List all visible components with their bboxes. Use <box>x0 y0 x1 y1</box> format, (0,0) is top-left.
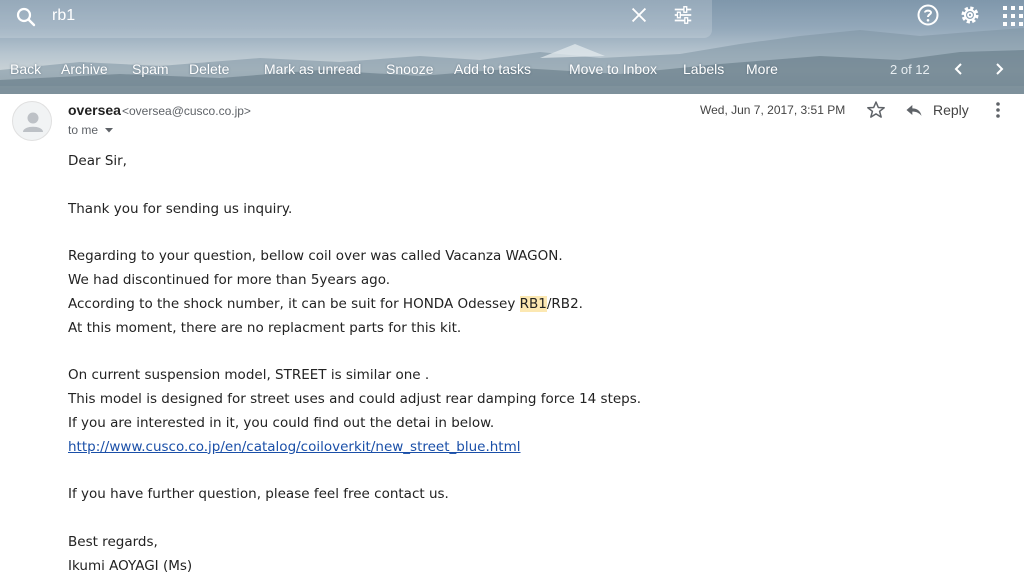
body-text: According to the shock number, it can be… <box>68 295 520 312</box>
body-line: Thank you for sending us inquiry. <box>68 200 293 217</box>
body-line: This model is designed for street uses a… <box>68 390 642 407</box>
message-body: Dear Sir, Thank you for sending us inqui… <box>68 150 968 578</box>
help-icon[interactable] <box>916 3 940 27</box>
avatar-icon <box>23 112 43 132</box>
archive-button[interactable]: Archive <box>61 61 108 77</box>
clear-icon[interactable] <box>628 4 650 26</box>
recipient-label[interactable]: to me <box>68 123 98 137</box>
chevron-right-icon[interactable] <box>990 60 1008 78</box>
body-line: At this moment, there are no replacment … <box>68 319 462 336</box>
body-line: If you are interested in it, you could f… <box>68 414 495 431</box>
message-view: oversea <oversea@cusco.co.jp> to me Wed,… <box>0 94 1024 574</box>
signature: Ikumi AOYAGI (Ms) <box>68 557 193 574</box>
chevron-left-icon[interactable] <box>950 60 968 78</box>
body-line: Regarding to your question, bellow coil … <box>68 248 563 265</box>
delete-button[interactable]: Delete <box>189 61 229 77</box>
snooze-button[interactable]: Snooze <box>386 61 433 77</box>
body-text: /RB2. <box>546 295 583 312</box>
star-icon[interactable] <box>866 100 886 120</box>
pager-count: 2 of 12 <box>890 62 930 77</box>
search-input[interactable]: rb1 <box>52 7 75 25</box>
reply-icon[interactable] <box>904 100 924 120</box>
apps-icon[interactable] <box>1002 5 1024 27</box>
body-line: If you have further question, please fee… <box>68 486 449 503</box>
body-line: On current suspension model, STREET is s… <box>68 367 430 384</box>
search-highlight: RB1 <box>519 295 547 312</box>
body-line: http://www.cusco.co.jp/en/catalog/coilov… <box>68 436 968 460</box>
header: rb1 Back Archive Spam Delete Mark as unr… <box>0 0 1024 94</box>
search-bar[interactable]: rb1 <box>0 0 712 38</box>
closing: Best regards, <box>68 533 158 550</box>
labels-button[interactable]: Labels <box>683 61 724 77</box>
back-button[interactable]: Back <box>10 61 41 77</box>
greeting: Dear Sir, <box>68 153 127 169</box>
body-line: According to the shock number, it can be… <box>68 293 968 317</box>
more-vert-icon[interactable] <box>990 100 1006 120</box>
avatar[interactable] <box>12 101 52 141</box>
reply-button[interactable]: Reply <box>933 102 969 118</box>
filter-icon[interactable] <box>672 4 694 26</box>
catalog-link[interactable]: http://www.cusco.co.jp/en/catalog/coilov… <box>68 439 521 455</box>
add-to-tasks-button[interactable]: Add to tasks <box>454 61 531 77</box>
mark-unread-button[interactable]: Mark as unread <box>264 61 361 77</box>
sender-email: <oversea@cusco.co.jp> <box>122 104 251 118</box>
body-line: We had discontinued for more than 5years… <box>68 271 391 288</box>
search-icon[interactable] <box>14 5 38 29</box>
move-to-inbox-button[interactable]: Move to Inbox <box>569 61 657 77</box>
more-button[interactable]: More <box>746 61 778 77</box>
spam-button[interactable]: Spam <box>132 61 169 77</box>
message-date: Wed, Jun 7, 2017, 3:51 PM <box>700 103 846 117</box>
settings-icon[interactable] <box>958 3 982 27</box>
sender-name: oversea <box>68 102 121 118</box>
chevron-down-icon[interactable] <box>104 125 114 135</box>
